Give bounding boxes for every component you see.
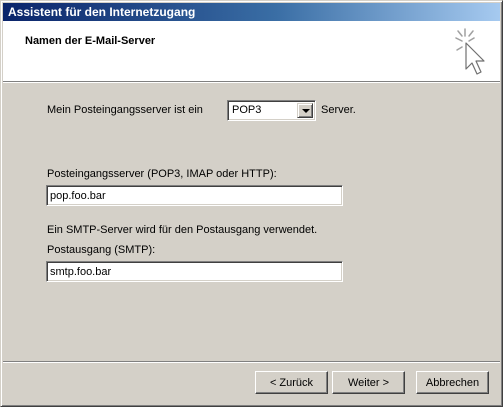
back-button[interactable]: < Zurück xyxy=(255,371,328,394)
chevron-down-icon xyxy=(302,109,310,113)
next-button[interactable]: Weiter > xyxy=(332,371,405,394)
incoming-server-input[interactable] xyxy=(49,188,340,203)
incoming-type-select[interactable]: POP3 xyxy=(227,100,316,121)
incoming-server-label: Posteingangsserver (POP3, IMAP oder HTTP… xyxy=(47,168,277,180)
incoming-type-suffix: Server. xyxy=(321,104,356,116)
incoming-server-field[interactable] xyxy=(46,185,343,206)
smtp-info-text: Ein SMTP-Server wird für den Postausgang… xyxy=(47,224,318,236)
dropdown-button[interactable] xyxy=(297,103,313,118)
incoming-type-value: POP3 xyxy=(232,104,262,116)
cancel-button[interactable]: Abbrechen xyxy=(416,371,489,394)
outgoing-server-label: Postausgang (SMTP): xyxy=(47,244,156,256)
title-bar[interactable]: Assistent für den Internetzugang xyxy=(3,3,500,21)
wizard-cursor-icon xyxy=(455,28,485,75)
wizard-window: Assistent für den Internetzugang Namen d… xyxy=(0,0,503,407)
header-separator-highlight xyxy=(3,82,500,83)
page-heading: Namen der E-Mail-Server xyxy=(25,35,156,47)
outgoing-server-input[interactable] xyxy=(49,264,340,279)
footer-separator-highlight xyxy=(3,362,500,363)
incoming-type-label: Mein Posteingangsserver ist ein xyxy=(47,104,203,116)
outgoing-server-field[interactable] xyxy=(46,261,343,282)
window-title: Assistent für den Internetzugang xyxy=(8,5,196,19)
wizard-header: Namen der E-Mail-Server xyxy=(3,21,500,81)
